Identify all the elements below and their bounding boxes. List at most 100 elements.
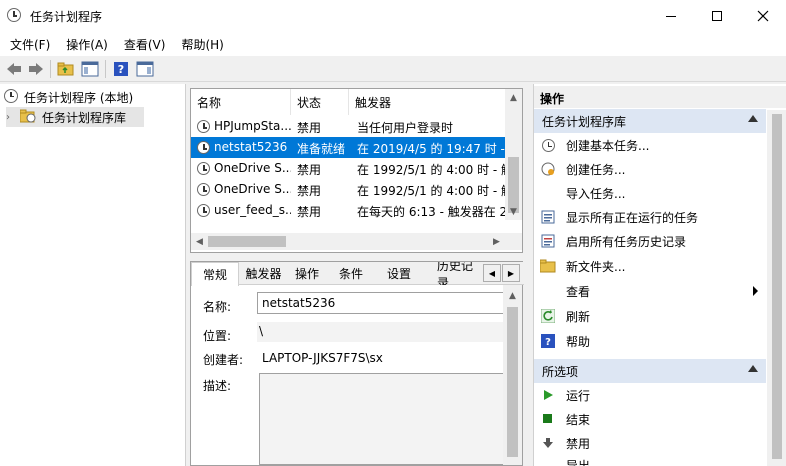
create-task-icon bbox=[540, 161, 556, 177]
location-field: \ bbox=[257, 322, 507, 342]
minimize-button[interactable] bbox=[648, 0, 694, 32]
clock-icon bbox=[197, 141, 210, 157]
maximize-button[interactable] bbox=[694, 0, 740, 32]
show-hide-action-pane-button[interactable] bbox=[135, 59, 155, 79]
scroll-right-arrow-icon[interactable]: ▶ bbox=[488, 233, 505, 250]
action-end[interactable]: 结束 bbox=[534, 407, 766, 431]
tab-actions[interactable]: 操作 bbox=[287, 262, 327, 285]
action-disable[interactable]: 禁用 bbox=[534, 431, 766, 455]
description-field[interactable] bbox=[259, 373, 507, 465]
clock-icon bbox=[197, 120, 210, 136]
tab-triggers[interactable]: 触发器 bbox=[240, 262, 287, 285]
scrollbar-thumb[interactable] bbox=[507, 307, 518, 457]
table-row[interactable]: user_feed_s... 禁用 在每天的 6:13 - 触发器在 2 bbox=[191, 200, 507, 221]
tree-item-library[interactable]: › 任务计划程序库 bbox=[6, 107, 144, 127]
action-run[interactable]: 运行 bbox=[534, 383, 766, 407]
folder-clock-icon bbox=[19, 109, 36, 126]
toolbar-separator bbox=[105, 60, 106, 78]
column-header-trigger[interactable]: 触发器 bbox=[349, 89, 506, 115]
task-list: 名称 状态 触发器 HPJumpSta... 禁用 当任何用户登录时 netst… bbox=[190, 88, 523, 253]
tab-settings[interactable]: 设置 bbox=[377, 262, 421, 285]
tree-item-root[interactable]: 任务计划程序 (本地) bbox=[4, 87, 184, 107]
scroll-down-arrow-icon[interactable]: ▼ bbox=[505, 203, 522, 220]
toolbar: ? bbox=[0, 56, 786, 82]
action-new-folder[interactable]: 新文件夹... bbox=[534, 254, 766, 278]
task-trigger: 在 1992/5/1 的 4:00 时 - 触 bbox=[357, 184, 507, 198]
back-arrow-icon bbox=[7, 63, 21, 75]
action-export[interactable]: 导出... bbox=[534, 455, 766, 466]
column-header-status[interactable]: 状态 bbox=[291, 89, 349, 115]
submenu-arrow-icon bbox=[753, 286, 758, 296]
up-folder-button[interactable] bbox=[56, 59, 76, 79]
svg-text:?: ? bbox=[118, 63, 124, 76]
svg-text:?: ? bbox=[545, 337, 551, 348]
forward-button[interactable] bbox=[26, 59, 46, 79]
task-list-horizontal-scrollbar[interactable]: ◀ ▶ bbox=[191, 233, 522, 250]
action-import-task[interactable]: 导入任务... bbox=[534, 181, 766, 205]
task-trigger: 在 1992/5/1 的 4:00 时 - 触 bbox=[357, 163, 507, 177]
action-view[interactable]: 查看 bbox=[534, 279, 766, 303]
tab-conditions[interactable]: 条件 bbox=[329, 262, 373, 285]
section-selected-item[interactable]: 所选项 bbox=[534, 359, 766, 383]
table-row[interactable]: OneDrive S... 禁用 在 1992/5/1 的 4:00 时 - 触 bbox=[191, 158, 507, 179]
action-create-basic-task[interactable]: 创建基本任务... bbox=[534, 133, 766, 157]
chevron-right-icon[interactable]: › bbox=[6, 112, 16, 123]
back-button[interactable] bbox=[4, 59, 24, 79]
description-label: 描述: bbox=[203, 379, 232, 393]
import-icon bbox=[540, 185, 556, 201]
task-trigger: 当任何用户登录时 bbox=[357, 121, 454, 135]
column-header-name[interactable]: 名称 bbox=[191, 89, 291, 115]
table-row[interactable]: HPJumpSta... 禁用 当任何用户登录时 bbox=[191, 116, 506, 137]
menu-action[interactable]: 操作(A) bbox=[58, 36, 116, 53]
task-name: user_feed_s... bbox=[214, 203, 291, 217]
author-value: LAPTOP-JJKS7F7S\sx bbox=[262, 351, 383, 365]
scroll-up-arrow-icon[interactable]: ▲ bbox=[504, 287, 521, 304]
actions-vertical-scrollbar[interactable] bbox=[767, 110, 786, 466]
scrollbar-thumb[interactable] bbox=[772, 114, 782, 459]
task-status: 禁用 bbox=[297, 163, 322, 177]
menu-view[interactable]: 查看(V) bbox=[116, 36, 174, 53]
show-hide-console-tree-button[interactable] bbox=[80, 59, 100, 79]
collapse-icon[interactable] bbox=[748, 365, 758, 372]
tree-item-label: 任务计划程序 (本地) bbox=[24, 90, 134, 105]
section-library[interactable]: 任务计划程序库 bbox=[534, 109, 766, 133]
tab-scroll-left-icon[interactable]: ◀ bbox=[483, 264, 501, 282]
table-row[interactable]: OneDrive S... 禁用 在 1992/5/1 的 4:00 时 - 触 bbox=[191, 179, 507, 200]
author-label: 创建者: bbox=[203, 353, 244, 367]
task-name: HPJumpSta... bbox=[214, 119, 291, 133]
view-icon bbox=[540, 283, 556, 299]
action-help[interactable]: ? 帮助 bbox=[534, 329, 766, 353]
clock-icon bbox=[7, 8, 21, 25]
task-list-vertical-scrollbar[interactable]: ▲ ▼ bbox=[505, 89, 522, 220]
tab-general[interactable]: 常规 bbox=[191, 262, 239, 286]
menu-help[interactable]: 帮助(H) bbox=[173, 36, 231, 53]
collapse-icon[interactable] bbox=[748, 115, 758, 122]
task-status: 准备就绪 bbox=[297, 142, 346, 156]
action-show-running[interactable]: 显示所有正在运行的任务 bbox=[534, 205, 766, 229]
action-create-task[interactable]: 创建任务... bbox=[534, 157, 766, 181]
clock-icon bbox=[197, 183, 210, 199]
help-button[interactable]: ? bbox=[111, 59, 131, 79]
action-refresh[interactable]: 刷新 bbox=[534, 304, 766, 328]
detail-vertical-scrollbar[interactable]: ▲ bbox=[503, 285, 522, 465]
scroll-left-arrow-icon[interactable]: ◀ bbox=[191, 233, 208, 250]
scroll-up-arrow-icon[interactable]: ▲ bbox=[505, 89, 522, 106]
scrollbar-thumb[interactable] bbox=[208, 236, 286, 247]
action-enable-history[interactable]: 启用所有任务历史记录 bbox=[534, 229, 766, 253]
tab-history[interactable]: 历史记录 bbox=[425, 262, 483, 285]
refresh-icon bbox=[540, 308, 556, 324]
name-label: 名称: bbox=[203, 300, 232, 314]
task-name: netstat5236 bbox=[214, 140, 288, 154]
location-label: 位置: bbox=[203, 329, 232, 343]
name-field[interactable]: netstat5236 bbox=[257, 292, 507, 314]
export-icon bbox=[540, 455, 556, 466]
task-detail-pane: 常规 触发器 操作 条件 设置 历史记录 ◀ ▶ 名称: netstat5236… bbox=[190, 261, 524, 466]
close-button[interactable] bbox=[740, 0, 786, 32]
help-icon: ? bbox=[114, 62, 128, 76]
tab-scroll-right-icon[interactable]: ▶ bbox=[502, 264, 520, 282]
task-name: OneDrive S... bbox=[214, 161, 291, 175]
task-trigger: 在 2019/4/5 的 19:47 时 - bbox=[357, 142, 505, 156]
tree-item-label: 任务计划程序库 bbox=[42, 110, 127, 125]
menu-file[interactable]: 文件(F) bbox=[2, 36, 58, 53]
table-row-selected[interactable]: netstat5236 准备就绪 在 2019/4/5 的 19:47 时 - bbox=[191, 137, 506, 158]
